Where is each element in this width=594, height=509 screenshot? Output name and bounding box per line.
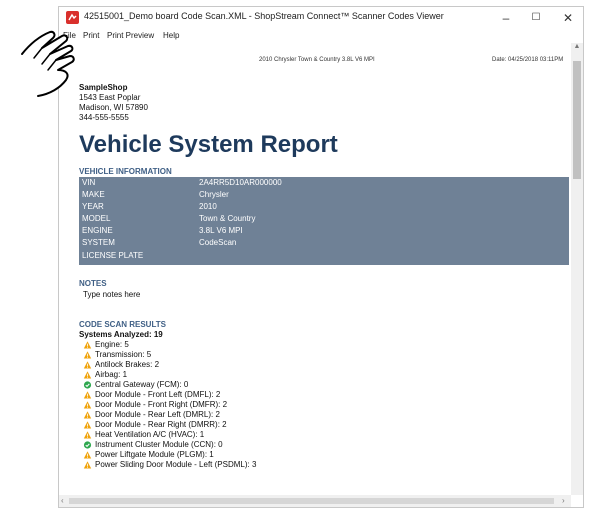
row-value: 2010 [199, 202, 217, 211]
list-item: Power Sliding Door Module - Left (PSDML)… [83, 460, 543, 470]
result-text: Central Gateway (FCM): 0 [95, 380, 189, 389]
result-text: Door Module - Rear Right (DMRR): 2 [95, 420, 227, 429]
warning-triangle-icon [83, 431, 92, 439]
row-label: VIN [82, 178, 96, 187]
result-text: Door Module - Front Right (DMFR): 2 [95, 400, 228, 409]
menu-print-preview[interactable]: Print Preview [107, 31, 154, 40]
row-label: MODEL [82, 214, 111, 223]
result-text: Power Liftgate Module (PLGM): 1 [95, 450, 214, 459]
row-label: ENGINE [82, 226, 113, 235]
result-text: Transmission: 5 [95, 350, 152, 359]
menu-help[interactable]: Help [163, 31, 179, 40]
result-text: Airbag: 1 [95, 370, 128, 379]
vehicle-info-heading: VEHICLE INFORMATION [79, 167, 172, 176]
result-text: Door Module - Front Left (DMFL): 2 [95, 390, 221, 399]
horizontal-scroll-thumb[interactable] [69, 498, 554, 504]
warning-triangle-icon [83, 361, 92, 369]
table-row: MAKE Chrysler [79, 190, 569, 200]
row-value: Chrysler [199, 190, 229, 199]
notes-heading: NOTES [79, 279, 107, 288]
result-text: Antilock Brakes: 2 [95, 360, 160, 369]
row-label: SYSTEM [82, 238, 115, 247]
check-circle-icon [83, 381, 92, 389]
warning-triangle-icon [83, 371, 92, 379]
scroll-left-icon[interactable]: ‹ [61, 496, 64, 505]
row-value: 3.8L V6 MPI [199, 226, 243, 235]
notes-text[interactable]: Type notes here [83, 290, 140, 299]
app-window: 42515001_Demo board Code Scan.XML - Shop… [58, 6, 584, 508]
table-row: ENGINE 3.8L V6 MPI [79, 226, 569, 236]
result-text: Instrument Cluster Module (CCN): 0 [95, 440, 223, 449]
pointing-hand-icon [21, 30, 75, 97]
warning-triangle-icon [83, 401, 92, 409]
table-row: VIN 2A4RR5D10AR000000 [79, 178, 569, 188]
code-scan-results-list: Engine: 5 Transmission: 5 Antilock Brakes:… [83, 340, 543, 470]
row-label: MAKE [82, 190, 105, 199]
warning-triangle-icon [83, 451, 92, 459]
warning-triangle-icon [83, 461, 92, 469]
report-view: 2010 Chrysler Town & Country 3.8L V6 MPI… [59, 43, 571, 495]
report-title: Vehicle System Report [79, 131, 338, 158]
menu-bar: File Print Print Preview Help [59, 29, 583, 43]
row-value: Town & Country [199, 214, 256, 223]
result-text: Engine: 5 [95, 340, 129, 349]
warning-triangle-icon [83, 391, 92, 399]
maximize-button[interactable]: ☐ [521, 7, 551, 29]
table-row: SYSTEM CodeScan [79, 238, 569, 248]
list-item: Power Liftgate Module (PLGM): 1 [83, 450, 543, 460]
list-item: Engine: 5 [83, 340, 543, 350]
vertical-scroll-thumb[interactable] [573, 61, 581, 179]
list-item: Door Module - Rear Right (DMRR): 2 [83, 420, 543, 430]
table-row: YEAR 2010 [79, 202, 569, 212]
shop-city: Madison, WI 57890 [79, 103, 148, 112]
row-label: YEAR [82, 202, 104, 211]
check-circle-icon [83, 441, 92, 449]
list-item: Door Module - Front Left (DMFL): 2 [83, 390, 543, 400]
list-item: Airbag: 1 [83, 370, 543, 380]
list-item: Instrument Cluster Module (CCN): 0 [83, 440, 543, 450]
list-item: Heat Ventilation A/C (HVAC): 1 [83, 430, 543, 440]
table-row: MODEL Town & Country [79, 214, 569, 224]
row-label: LICENSE PLATE [82, 251, 144, 260]
scroll-right-icon[interactable]: › [562, 496, 565, 505]
result-text: Door Module - Rear Left (DMRL): 2 [95, 410, 220, 419]
result-text: Power Sliding Door Module - Left (PSDML)… [95, 460, 257, 469]
code-scan-heading: CODE SCAN RESULTS [79, 320, 166, 329]
warning-triangle-icon [83, 421, 92, 429]
list-item: Door Module - Front Right (DMFR): 2 [83, 400, 543, 410]
vertical-scrollbar[interactable]: ▲ [571, 43, 583, 495]
list-item: Transmission: 5 [83, 350, 543, 360]
warning-triangle-icon [83, 411, 92, 419]
minimize-button[interactable]: – [491, 7, 521, 29]
header-date: Date: 04/25/2018 03:11PM [492, 57, 564, 63]
row-value: CodeScan [199, 238, 237, 247]
warning-triangle-icon [83, 341, 92, 349]
title-bar: 42515001_Demo board Code Scan.XML - Shop… [59, 7, 583, 29]
scroll-up-icon[interactable]: ▲ [571, 43, 583, 50]
row-value: 2A4RR5D10AR000000 [199, 178, 282, 187]
systems-analyzed: Systems Analyzed: 19 [79, 330, 163, 339]
table-row: LICENSE PLATE [79, 251, 569, 261]
close-button[interactable]: ✕ [553, 7, 583, 29]
list-item: Antilock Brakes: 2 [83, 360, 543, 370]
header-vehicle: 2010 Chrysler Town & Country 3.8L V6 MPI [259, 57, 375, 63]
app-logo-icon [66, 11, 79, 24]
result-text: Heat Ventilation A/C (HVAC): 1 [95, 430, 205, 439]
horizontal-scrollbar[interactable]: ‹ › [59, 495, 571, 507]
list-item: Door Module - Rear Left (DMRL): 2 [83, 410, 543, 420]
shop-phone: 344-555-5555 [79, 113, 129, 122]
list-item: Central Gateway (FCM): 0 [83, 380, 543, 390]
vehicle-info-table: VIN 2A4RR5D10AR000000 MAKE Chrysler YEAR 20… [79, 177, 569, 265]
warning-triangle-icon [83, 351, 92, 359]
window-title: 42515001_Demo board Code Scan.XML - Shop… [84, 11, 444, 21]
